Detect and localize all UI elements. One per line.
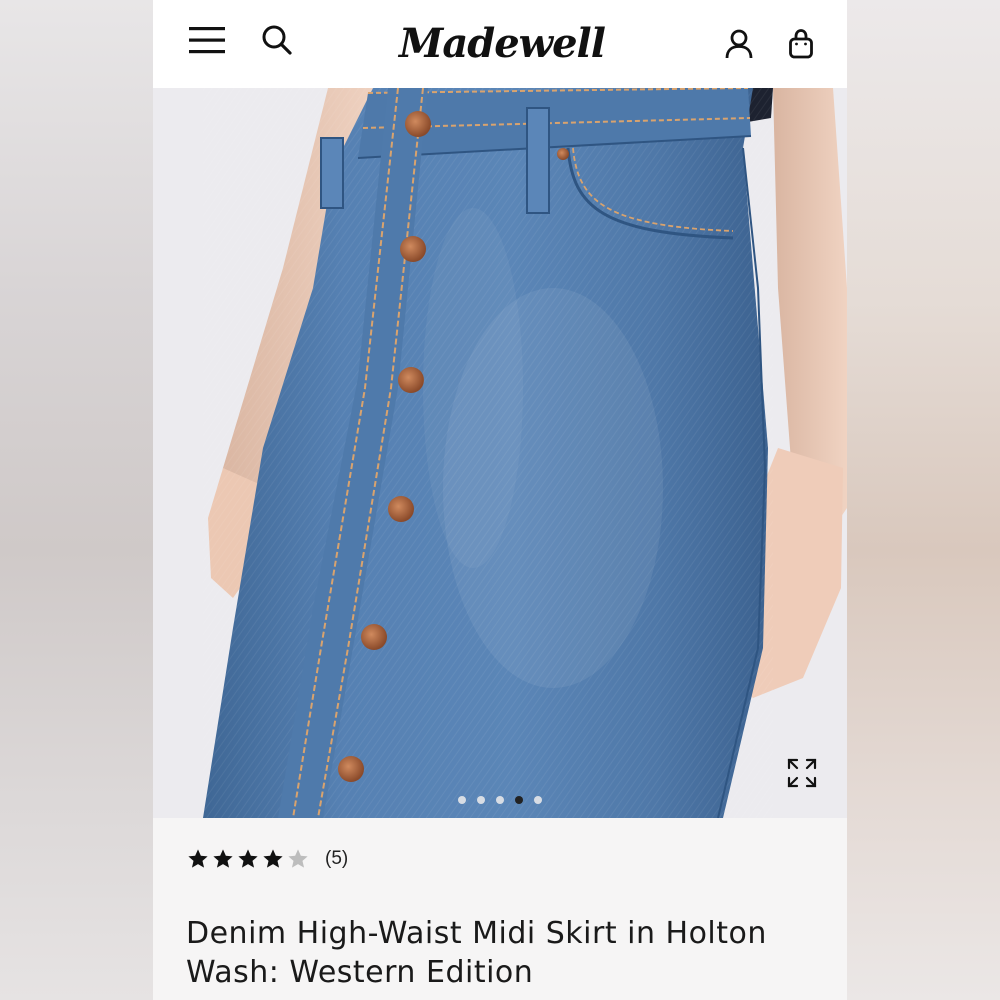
star-filled-icon	[188, 849, 208, 868]
blurred-background-left	[0, 0, 153, 1000]
gallery-dot[interactable]	[496, 796, 504, 804]
brand-logo[interactable]: Madewell	[397, 12, 607, 74]
gallery-dot[interactable]	[534, 796, 542, 804]
gallery-dot[interactable]	[477, 796, 485, 804]
search-icon[interactable]	[259, 22, 295, 58]
menu-icon[interactable]	[187, 22, 227, 58]
star-empty-icon	[288, 849, 308, 868]
phone-screen: Madewell (5) Denim High-Waist Midi Skirt…	[153, 0, 847, 1000]
star-filled-icon	[263, 849, 283, 868]
blurred-background-right	[847, 0, 1000, 1000]
denim-skirt-illustration	[153, 88, 847, 818]
gallery-dot[interactable]	[458, 796, 466, 804]
account-icon[interactable]	[723, 28, 755, 60]
brand-logo-text: Madewell	[399, 19, 606, 67]
product-image[interactable]	[153, 88, 847, 818]
gallery-dot-active[interactable]	[515, 796, 523, 804]
bag-icon[interactable]	[786, 28, 816, 60]
star-filled-icon	[213, 849, 233, 868]
product-info: (5) Denim High-Waist Midi Skirt in Holto…	[153, 818, 847, 1000]
site-header: Madewell	[153, 0, 847, 88]
gallery-pagination	[153, 796, 847, 808]
product-rating[interactable]: (5)	[187, 848, 348, 870]
star-filled-icon	[238, 849, 258, 868]
product-title: Denim High-Waist Midi Skirt in Holton Wa…	[186, 916, 767, 990]
expand-icon[interactable]	[785, 756, 819, 790]
review-count[interactable]: (5)	[325, 848, 348, 870]
rating-stars	[187, 848, 309, 870]
